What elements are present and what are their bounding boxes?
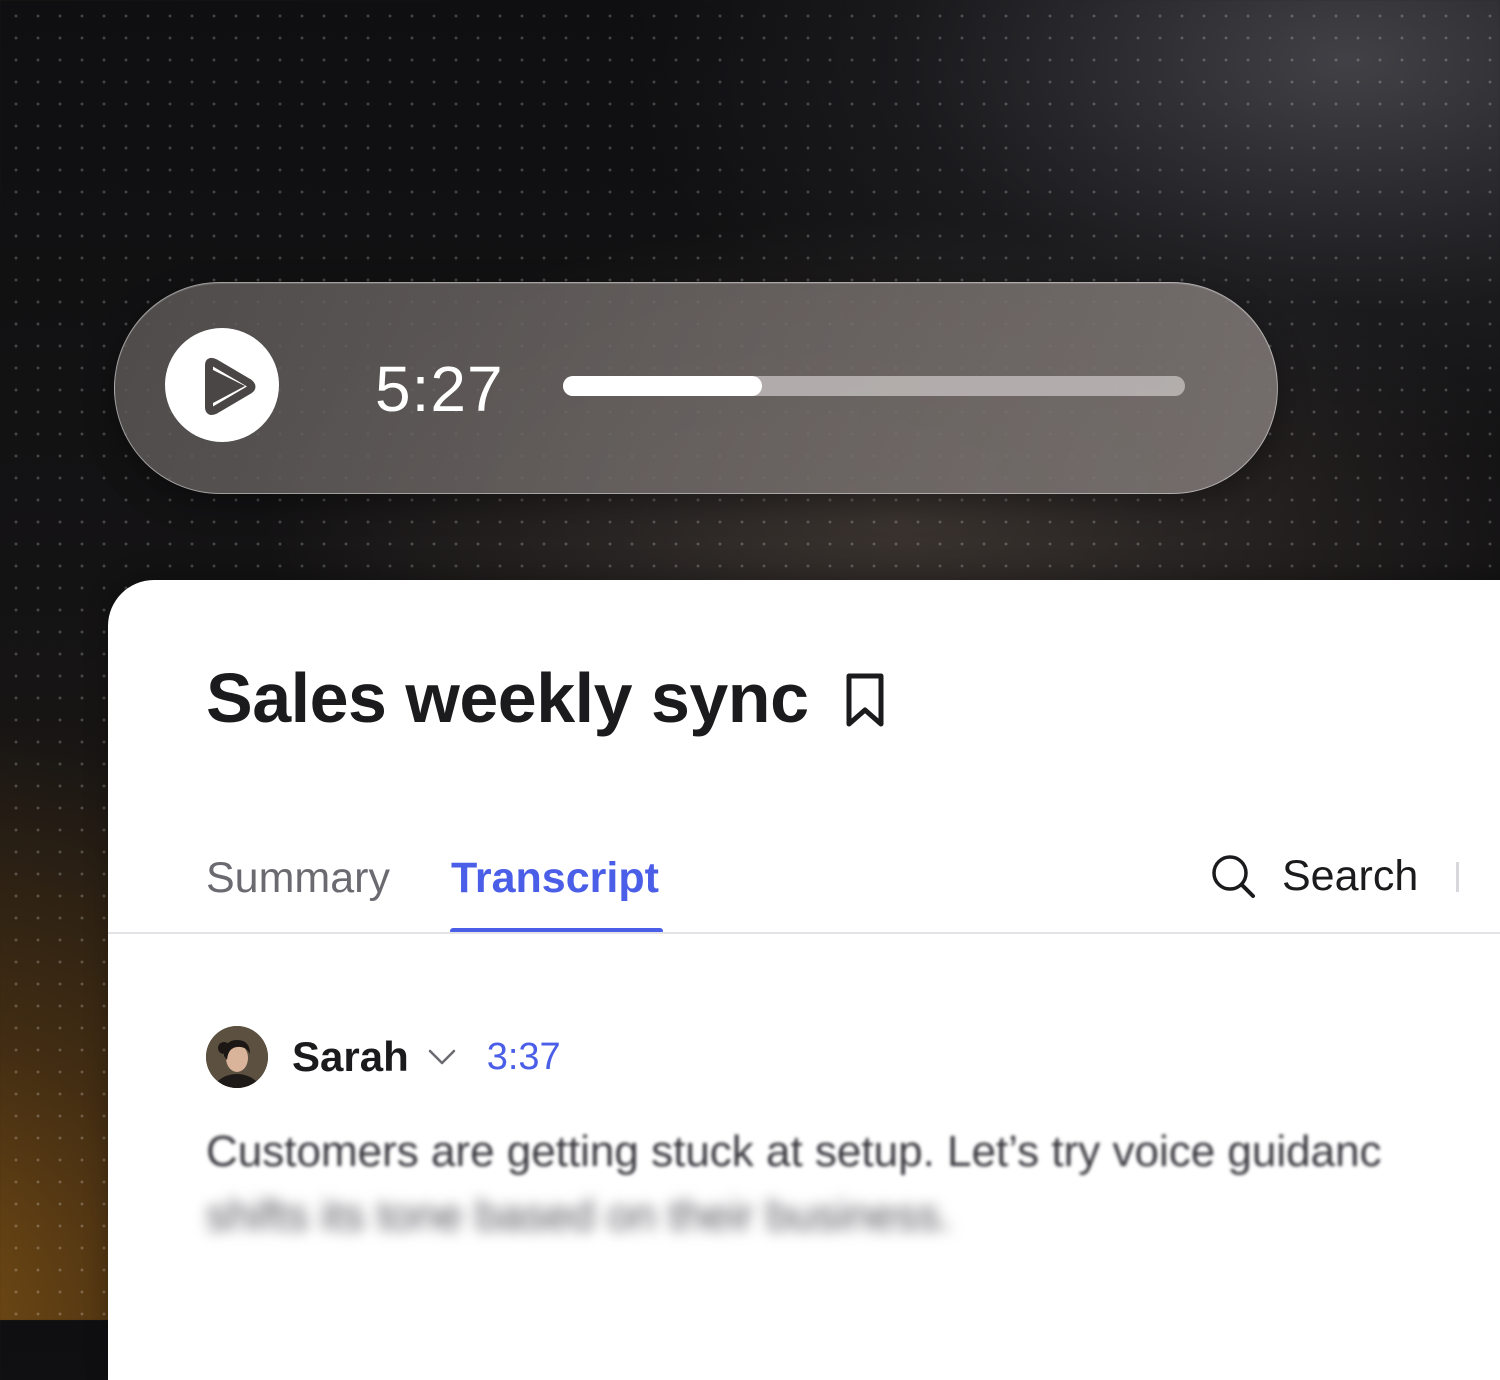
transcript-text-line: Customers are getting stuck at setup. Le… — [206, 1127, 1382, 1176]
transcript-entry-header: Sarah 3:37 — [206, 1026, 561, 1088]
toolbar-divider — [1456, 862, 1459, 892]
tab-summary[interactable]: Summary — [206, 850, 390, 906]
progress-fill — [563, 376, 763, 396]
bookmark-icon[interactable] — [843, 672, 887, 728]
tabs-divider — [108, 932, 1500, 934]
search-icon — [1212, 855, 1255, 898]
search-button[interactable]: Search — [1210, 848, 1418, 904]
page-title: Sales weekly sync — [206, 659, 809, 737]
play-button[interactable] — [165, 328, 279, 442]
meeting-card: Sales weekly sync Summary Transcript Sea… — [108, 580, 1500, 1380]
timestamp-link[interactable]: 3:37 — [487, 1029, 561, 1085]
playback-time: 5:27 — [375, 353, 504, 425]
tab-transcript[interactable]: Transcript — [451, 850, 659, 906]
transcript-text-line: shifts its tone based on their business. — [206, 1191, 952, 1240]
audio-player: 5:27 — [114, 282, 1278, 494]
chevron-down-icon[interactable] — [427, 1047, 457, 1067]
speaker-name: Sarah — [292, 1033, 409, 1080]
search-label: Search — [1282, 852, 1419, 900]
progress-track[interactable] — [563, 376, 1185, 396]
tab-bar: Summary Transcript Search — [108, 830, 1500, 936]
avatar — [206, 1026, 268, 1088]
play-icon — [205, 357, 256, 415]
